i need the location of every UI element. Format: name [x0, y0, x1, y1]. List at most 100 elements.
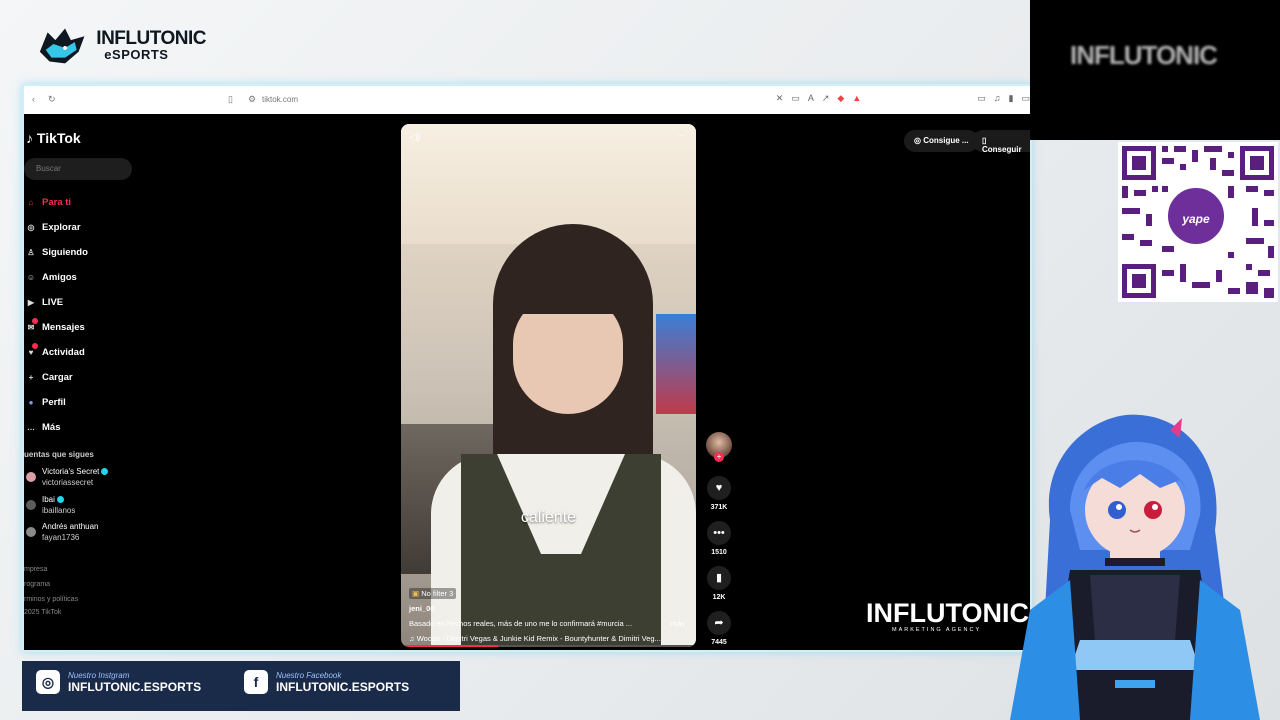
instagram-icon: ◎	[36, 670, 60, 694]
extension-icons: ✕ ▭ A ↗ ◆ ▲ ▭ ♫ ▮ ▭	[776, 93, 1030, 104]
share-count: 7445	[711, 639, 727, 646]
pill-label: Consigue ...	[923, 136, 969, 145]
profile-icon: ●	[28, 398, 34, 407]
nav-label: Explorar	[42, 222, 81, 233]
reload-icon[interactable]: ↻	[48, 94, 56, 105]
nav-label: Para ti	[42, 197, 72, 208]
facebook-link: f Nuestro Facebook INFLUTONIC.ESPORTS	[244, 670, 409, 694]
back-icon[interactable]: ‹	[32, 94, 35, 104]
nav-label: Mensajes	[42, 322, 85, 333]
facebook-handle: INFLUTONIC.ESPORTS	[276, 679, 410, 694]
friends-icon: ☺	[26, 273, 36, 282]
video-info: ▣ No filter 3 jeni_00 Basado en hechos r…	[409, 586, 689, 646]
nav-item-mas[interactable]: … Más	[26, 415, 88, 440]
browser-toolbar: ‹ ↻ ▯ ⚙ tiktok.com ✕ ▭ A ↗ ◆ ▲ ▭ ♫ ▮ ▭	[24, 86, 1030, 114]
like-button[interactable]: ♥	[707, 476, 731, 500]
nav-item-explorar[interactable]: ◎ Explorar	[26, 215, 88, 240]
address-bar[interactable]: tiktok.com	[262, 95, 298, 104]
nav-label: Actividad	[42, 347, 85, 358]
footer-link[interactable]: rograma	[24, 577, 78, 592]
footer-link[interactable]: mpresa	[24, 562, 78, 577]
search-input[interactable]: Buscar	[24, 158, 132, 180]
following-section-title: uentas que sigues	[24, 450, 94, 459]
nav-item-perfil[interactable]: ● Perfil	[26, 390, 88, 415]
see-more-link[interactable]: más	[671, 616, 685, 631]
brand-subname: eSPORTS	[104, 47, 169, 62]
compass-icon: ◎	[27, 223, 35, 232]
tiktok-logo[interactable]: ♪ TikTok	[26, 130, 81, 146]
coin-icon: ◎	[914, 136, 921, 145]
video-text-overlay: caliente	[520, 509, 577, 526]
avatar	[26, 472, 36, 482]
share-button[interactable]: ➦	[707, 611, 731, 635]
nav-label: Más	[42, 422, 61, 433]
camera-box-logo: INFLUTONIC	[1070, 40, 1218, 70]
sidebar-footer: mpresa rograma rminos y políticas 2025 T…	[24, 562, 78, 619]
phone-icon: ▯	[982, 136, 987, 145]
facebook-caption: Nuestro Facebook	[276, 670, 342, 680]
pill-label: Conseguir	[982, 145, 1022, 154]
video-music[interactable]: ♫ Woops - Dimitri Vegas & Junkie Kid Rem…	[409, 631, 689, 646]
tab-icon[interactable]: ▭	[977, 93, 986, 104]
facebook-icon: f	[244, 670, 268, 694]
messages-icon: ✉	[27, 323, 35, 332]
nav-item-live[interactable]: ▶ LIVE	[26, 290, 88, 315]
get-app-button[interactable]: ▯ Conseguir	[972, 130, 1030, 154]
site-settings-icon[interactable]: ⚙	[248, 94, 256, 105]
account-name: Andrés anthuan	[42, 522, 99, 531]
following-account[interactable]: Ibai ibaillanos	[26, 494, 75, 516]
creator-avatar[interactable]: +	[706, 432, 732, 462]
nav-item-actividad[interactable]: ♥ Actividad	[26, 340, 88, 365]
avatar	[26, 500, 36, 510]
cast-icon[interactable]: ▭	[791, 93, 800, 104]
share-arrow-icon: ➦	[714, 617, 724, 629]
like-count: 371K	[710, 504, 728, 511]
bookmark-icon: ▮	[715, 572, 723, 584]
account-name: Ibai	[42, 494, 75, 505]
extension-icon[interactable]: ✕	[776, 93, 784, 104]
more-options-icon[interactable]: ···	[676, 130, 686, 141]
following-icon: ♙	[27, 248, 35, 257]
nav-item-siguiendo[interactable]: ♙ Siguiendo	[26, 240, 88, 265]
get-coins-button[interactable]: ◎ Consigue ...	[904, 130, 979, 152]
nav-label: LIVE	[42, 297, 64, 308]
media-icon[interactable]: ♫	[994, 93, 1001, 104]
nav-item-cargar[interactable]: + Cargar	[26, 365, 88, 390]
heart-icon: ♥	[715, 482, 723, 494]
shield-icon[interactable]: ◆	[837, 93, 844, 104]
following-account[interactable]: Victoria's Secret victoriassecret	[26, 466, 109, 488]
video-description: Basado en hechos reales, más de uno me l…	[409, 619, 633, 628]
nav-item-para-ti[interactable]: ⌂ Para ti	[26, 190, 88, 215]
nav-item-mensajes[interactable]: ✉ Mensajes	[26, 315, 88, 340]
sidebar-icon[interactable]: ▮	[1009, 93, 1014, 104]
agency-watermark: INFLUTONIC	[866, 598, 1029, 628]
sidebar-nav: ⌂ Para ti ◎ Explorar ♙ Siguiendo ☺ Amigos ▶ L…	[26, 190, 88, 440]
playlist-tag[interactable]: ▣ No filter 3	[409, 588, 457, 599]
action-rail: + ♥ 371K ••• 1510 ▮ 12K ➦ 7445	[704, 432, 734, 646]
nav-item-amigos[interactable]: ☺ Amigos	[26, 265, 88, 290]
comment-button[interactable]: •••	[707, 521, 731, 545]
window-icon[interactable]: ▭	[1021, 93, 1030, 104]
nav-label: Perfil	[42, 397, 66, 408]
share-icon[interactable]: ↗	[822, 93, 830, 104]
video-player[interactable]: ◁) ··· caliente ▣ No filter 3 jeni_00 Ba…	[401, 124, 696, 647]
upload-icon: +	[28, 373, 34, 382]
nav-label: Cargar	[42, 372, 73, 383]
footer-link[interactable]: rminos y políticas	[24, 592, 78, 607]
account-username: victoriassecret	[42, 478, 94, 487]
following-account[interactable]: Andrés anthuan fayan1736	[26, 521, 99, 543]
follow-plus-icon[interactable]: +	[714, 452, 724, 462]
bookmark-icon[interactable]: ▯	[228, 94, 233, 105]
video-background	[401, 124, 696, 244]
volume-icon[interactable]: ◁)	[409, 132, 420, 143]
alert-icon[interactable]: ▲	[852, 93, 861, 104]
social-links-bar: ◎ Nuestro Instgram INFLUTONIC.ESPORTS f …	[22, 661, 460, 711]
translate-icon[interactable]: A	[808, 93, 814, 104]
video-progress-fill	[401, 645, 499, 647]
video-progress-bar[interactable]	[401, 645, 696, 647]
avatar	[26, 527, 36, 537]
video-author[interactable]: jeni_00	[409, 601, 689, 616]
playlist-tag-text: No filter 3	[421, 589, 454, 598]
account-name-text: Victoria's Secret	[42, 467, 100, 476]
save-button[interactable]: ▮	[707, 566, 731, 590]
